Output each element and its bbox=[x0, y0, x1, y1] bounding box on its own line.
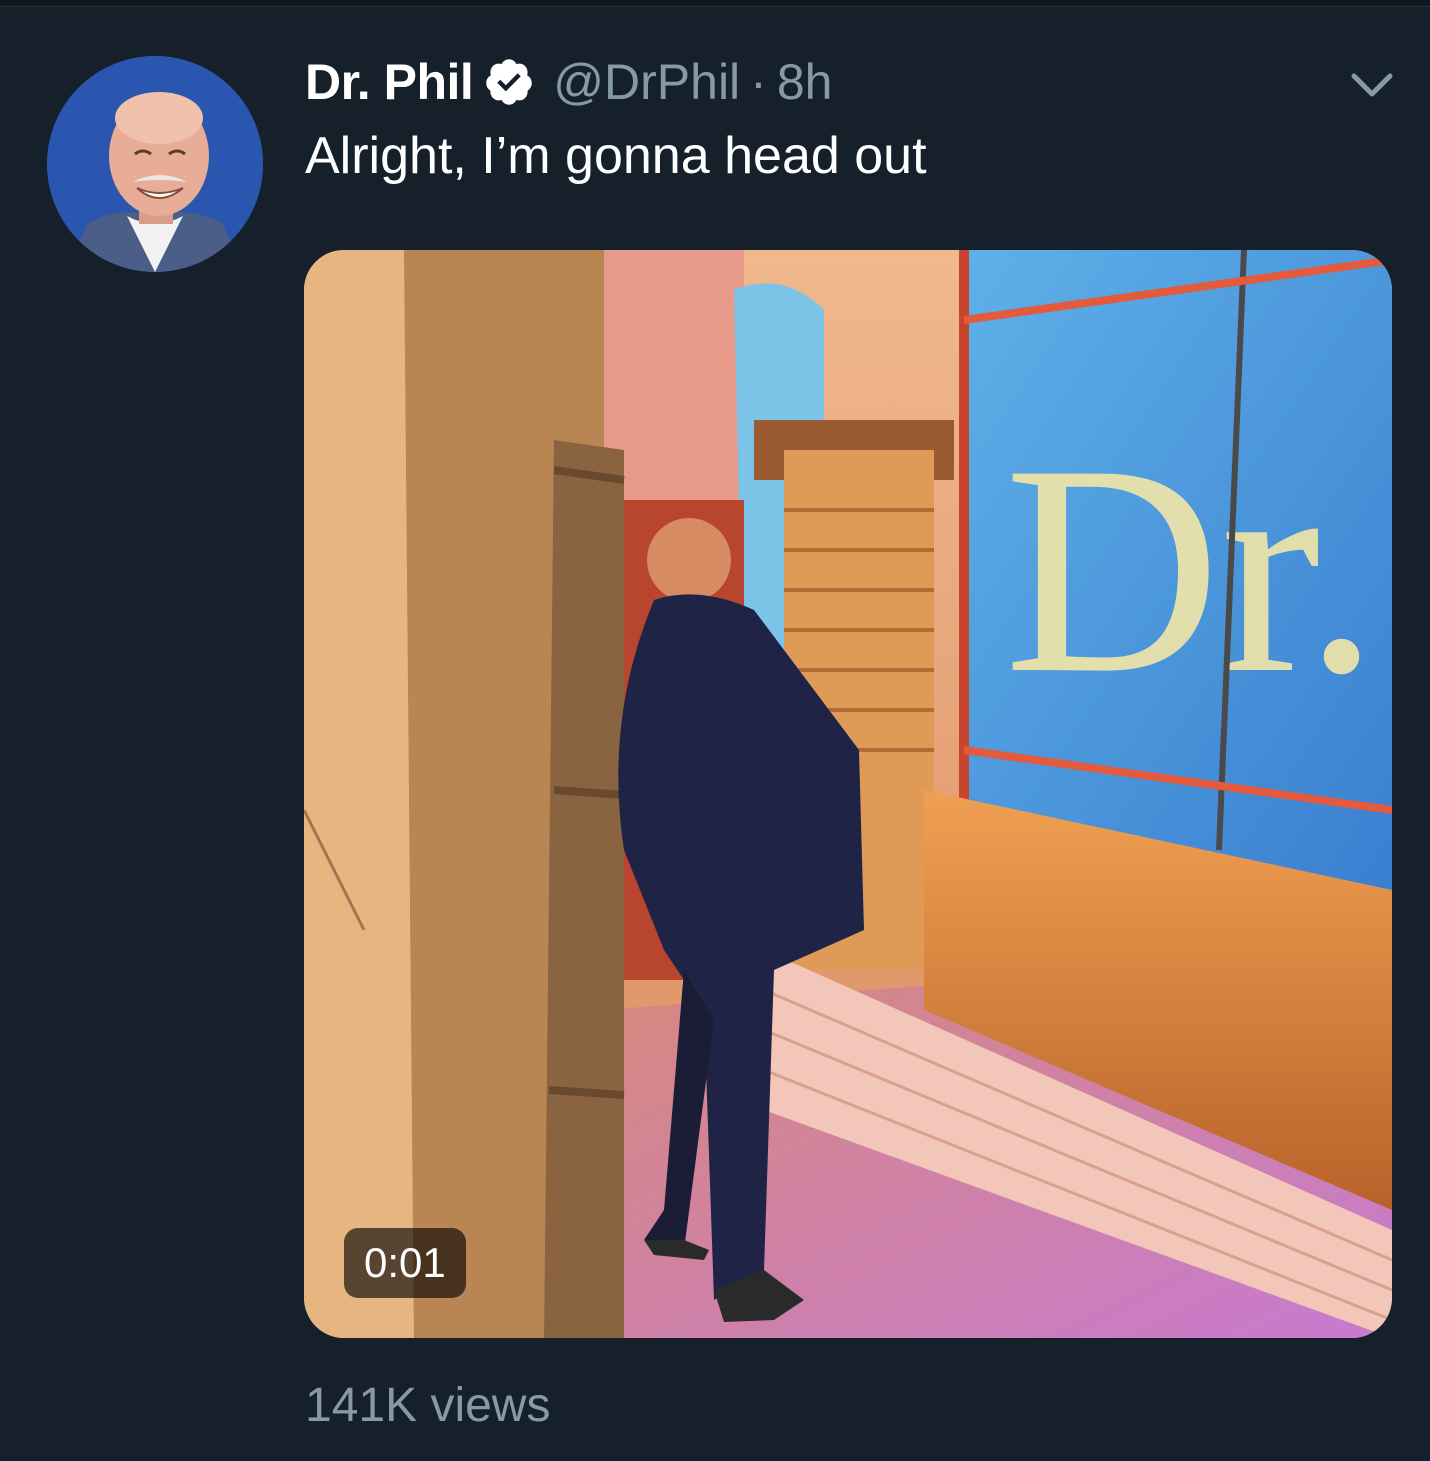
video-duration-badge: 0:01 bbox=[344, 1228, 466, 1298]
author-handle[interactable]: @DrPhil bbox=[553, 53, 740, 111]
top-divider bbox=[0, 0, 1430, 7]
tweet-header: Dr. Phil @DrPhil · 8h bbox=[305, 50, 832, 114]
avatar-image bbox=[47, 56, 263, 272]
verified-badge-icon bbox=[483, 56, 535, 108]
author-display-name[interactable]: Dr. Phil bbox=[305, 53, 474, 111]
video-frame: Dr. bbox=[304, 250, 1392, 1338]
avatar[interactable] bbox=[47, 56, 263, 272]
chevron-down-icon[interactable] bbox=[1344, 60, 1400, 108]
tweet-timestamp[interactable]: 8h bbox=[777, 53, 833, 111]
video-player[interactable]: Dr. 0:01 bbox=[304, 250, 1392, 1338]
svg-text:Dr.: Dr. bbox=[1004, 403, 1379, 735]
tweet-text: Alright, I’m gonna head out bbox=[305, 127, 927, 185]
view-count: 141K views bbox=[305, 1379, 551, 1432]
separator-dot: · bbox=[750, 54, 767, 110]
